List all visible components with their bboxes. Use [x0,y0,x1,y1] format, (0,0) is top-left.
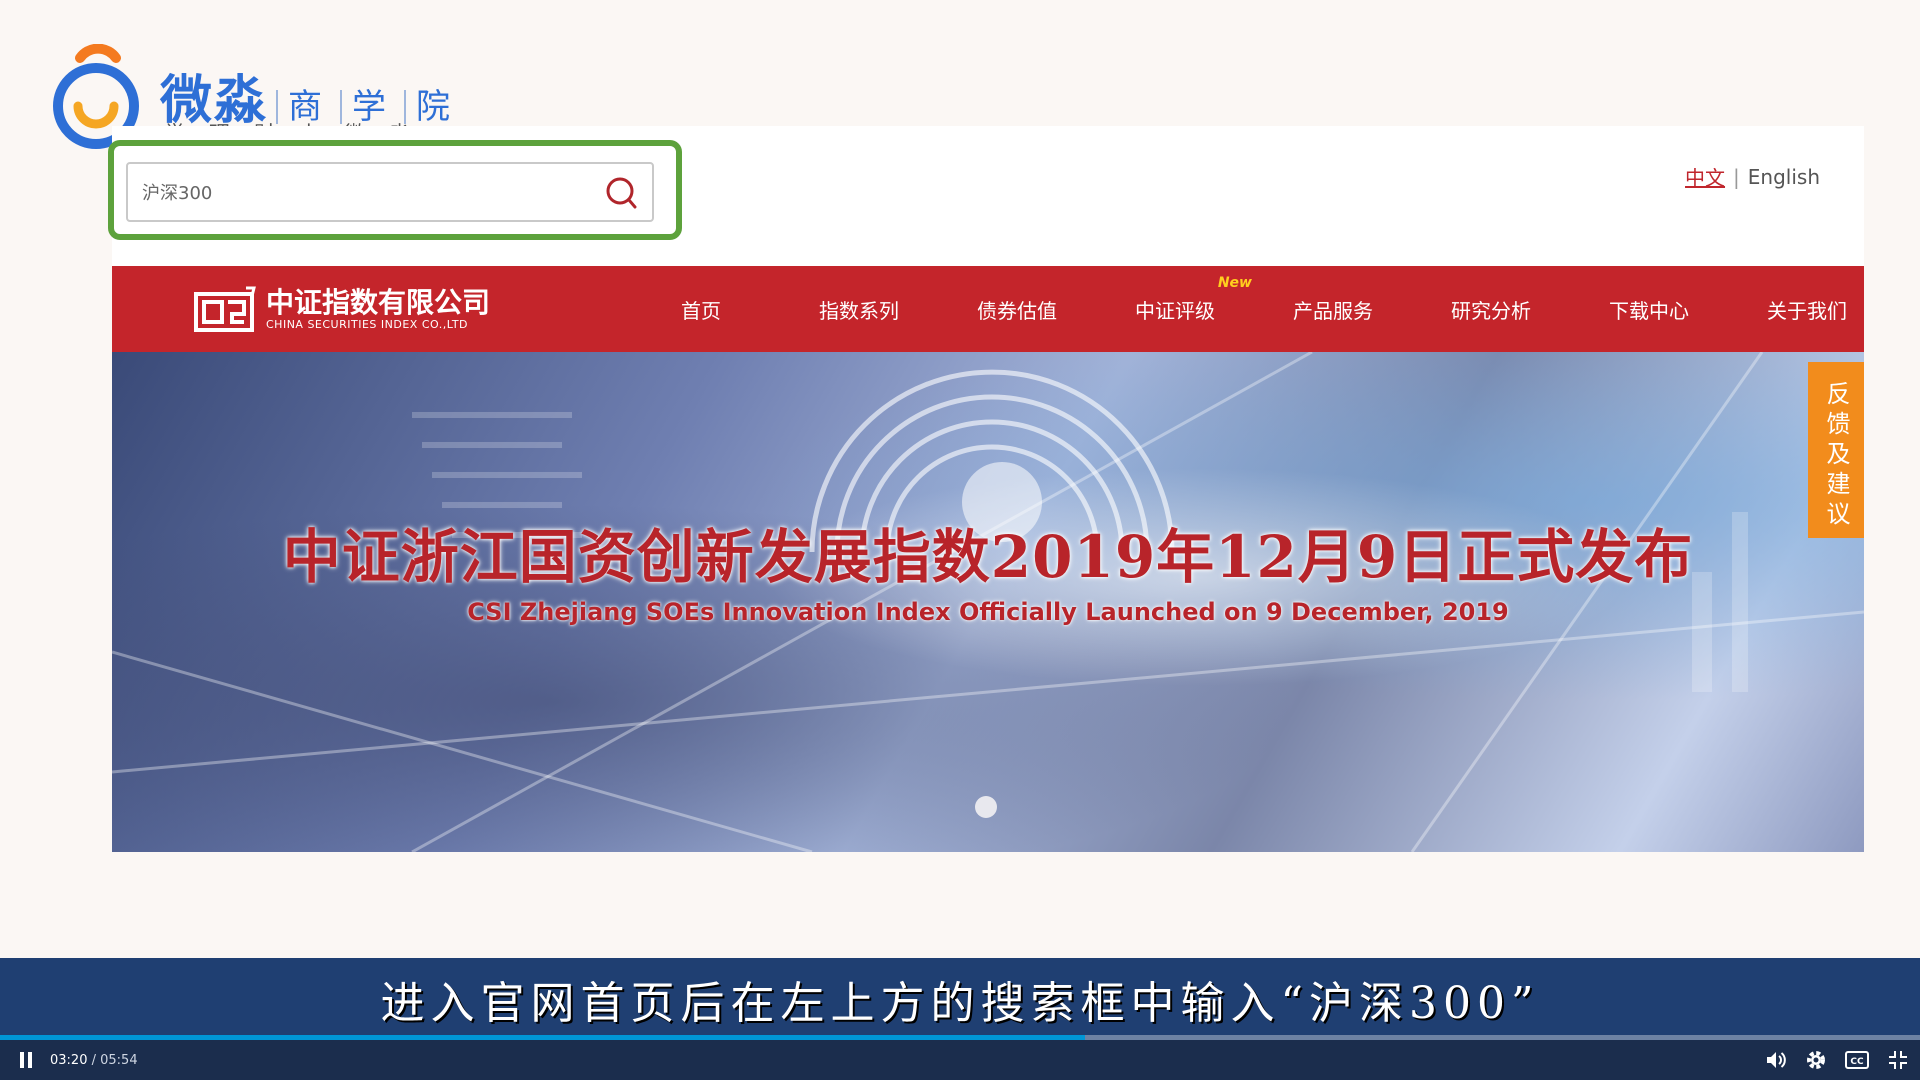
nav-item-products[interactable]: 产品服务 [1254,295,1412,324]
exit-fullscreen-icon[interactable] [1886,1048,1910,1072]
banner-subtitle: CSI Zhejiang SOEs Innovation Index Offic… [467,598,1509,626]
volume-icon[interactable] [1764,1048,1788,1072]
video-time: 03:20 / 05:54 [50,1053,138,1068]
video-controls: 03:20 / 05:54 CC [0,1040,1920,1080]
pause-button[interactable] [14,1048,38,1072]
nav-item-research[interactable]: 研究分析 [1412,295,1570,324]
video-subtitle-bar: 进入官网首页后在左上方的搜索框中输入“沪深300” [0,958,1920,1040]
search-highlight-box [108,140,682,240]
lang-separator: | [1733,164,1740,189]
lang-english-link[interactable]: English [1748,165,1820,189]
nav-item-downloads[interactable]: 下载中心 [1570,295,1728,324]
captions-icon[interactable]: CC [1844,1048,1870,1072]
duration: 05:54 [100,1052,138,1068]
nav-menu: 首页 指数系列 债券估值 中证评级 New 产品服务 研究分析 下载中心 关于我… [622,266,1886,352]
nav-item-index-series[interactable]: 指数系列 [780,295,938,324]
nav-item-label: 中证评级 [1135,298,1215,323]
pause-icon [20,1052,32,1068]
hero-banner[interactable]: 中证浙江国资创新发展指数2019年12月9日正式发布 CSI Zhejiang … [112,352,1864,852]
video-subtitle: 进入官网首页后在左上方的搜索框中输入“沪深300” [380,978,1540,1029]
nav-item-bond-valuation[interactable]: 债券估值 [938,295,1096,324]
current-time: 03:20 [50,1052,88,1068]
video-controls-right: CC [1764,1048,1910,1072]
carousel-dot[interactable] [975,796,997,818]
csi-logo-english: CHINA SECURITIES INDEX CO.,LTD [266,317,469,331]
time-separator: / [87,1052,101,1068]
csi-logo-chinese: 中证指数有限公司 [266,285,491,319]
lang-chinese-link[interactable]: 中文 [1685,162,1725,191]
svg-text:CC: CC [1850,1057,1864,1067]
csi-logo-icon [194,286,256,332]
nav-item-home[interactable]: 首页 [622,295,780,324]
banner-title: 中证浙江国资创新发展指数2019年12月9日正式发布 [282,523,1694,591]
settings-gear-icon[interactable] [1804,1048,1828,1072]
nav-item-about[interactable]: 关于我们 [1728,295,1886,324]
main-nav: 中证指数有限公司 CHINA SECURITIES INDEX CO.,LTD … [112,266,1864,352]
new-badge: New [1217,274,1252,291]
csi-logo[interactable]: 中证指数有限公司 CHINA SECURITIES INDEX CO.,LTD [194,286,490,332]
language-switch: 中文 | English [1685,162,1820,191]
nav-item-csi-rating[interactable]: 中证评级 New [1096,275,1254,324]
feedback-tab[interactable]: 反馈及建议 [1808,362,1864,538]
